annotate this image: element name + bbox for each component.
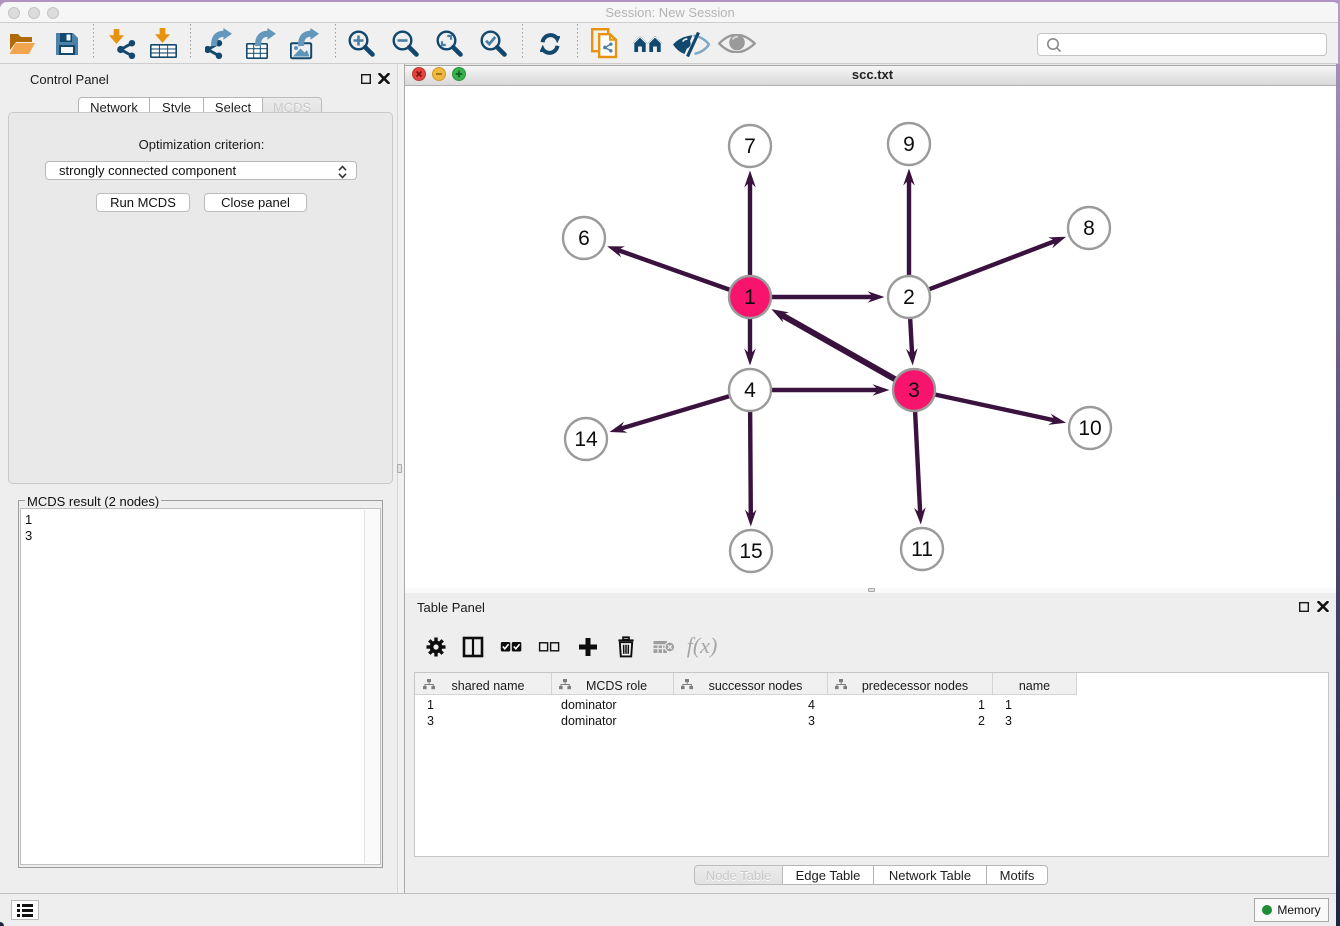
svg-text:15: 15 (739, 540, 762, 563)
svg-text:f(x): f(x) (687, 635, 717, 658)
svg-text:7: 7 (744, 135, 756, 158)
svg-text:11: 11 (911, 538, 933, 561)
svg-text:3: 3 (908, 379, 920, 402)
svg-text:1: 1 (744, 286, 756, 309)
svg-text:8: 8 (1083, 217, 1095, 240)
svg-text:2: 2 (903, 286, 915, 309)
svg-text:9: 9 (903, 133, 915, 156)
svg-text:14: 14 (574, 428, 598, 451)
svg-text:4: 4 (744, 379, 756, 402)
svg-text:10: 10 (1078, 417, 1101, 440)
svg-text:6: 6 (578, 227, 590, 250)
